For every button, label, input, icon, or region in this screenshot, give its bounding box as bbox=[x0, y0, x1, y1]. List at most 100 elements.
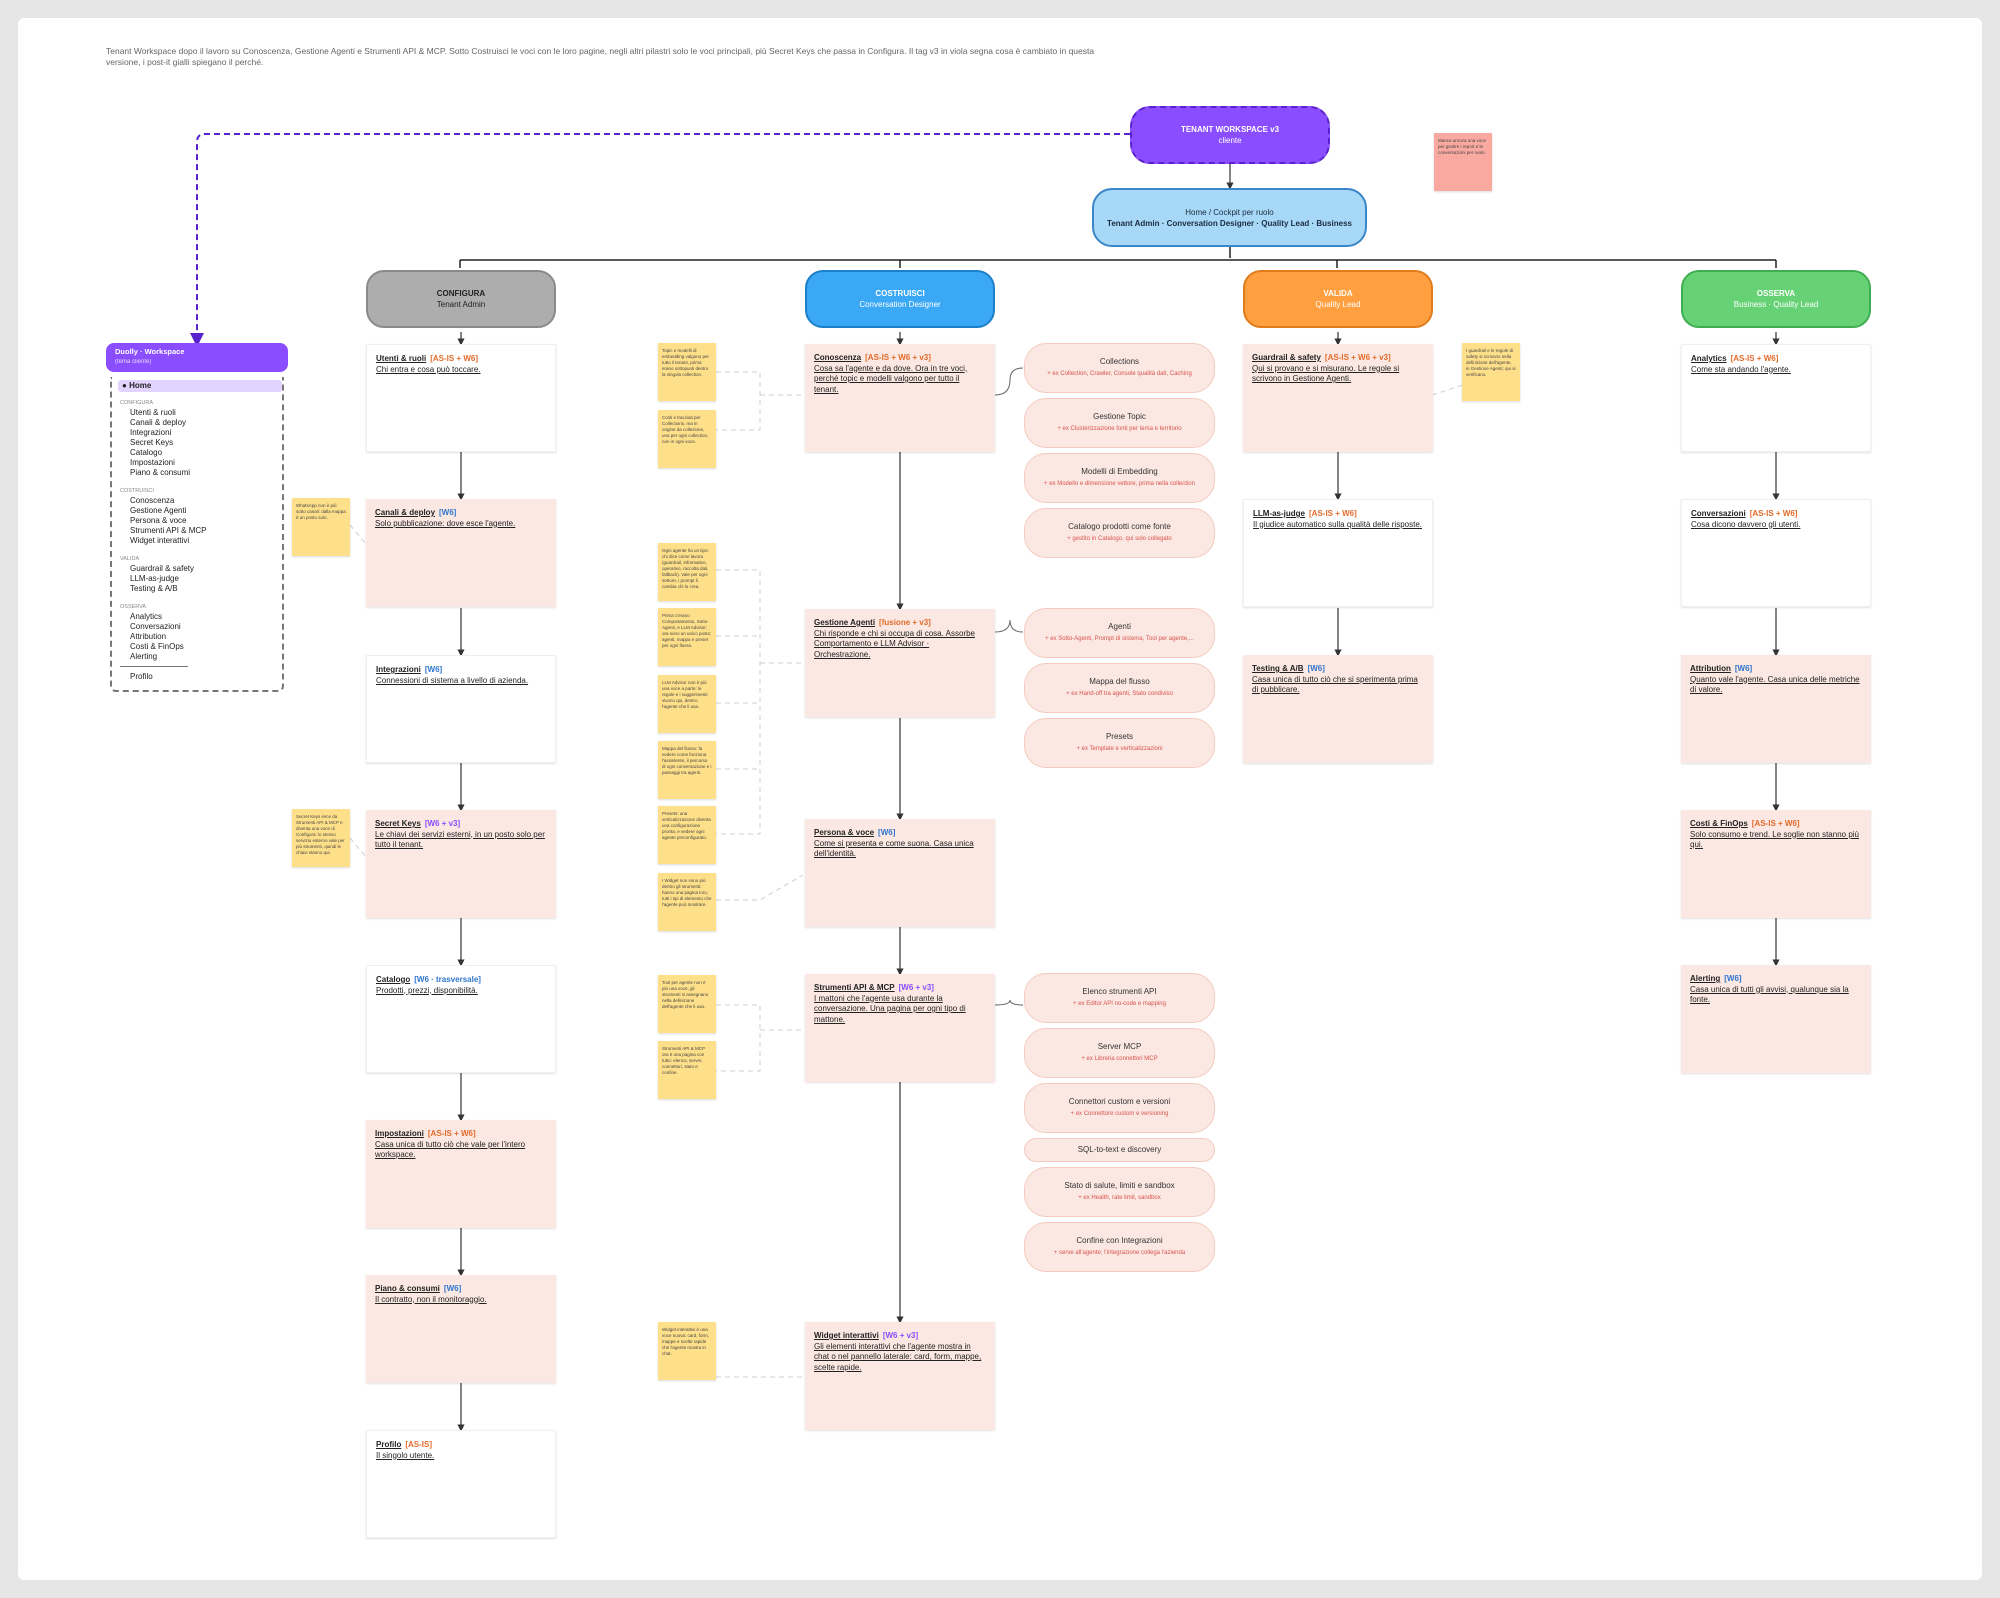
sub-gestione-topic[interactable]: Gestione Topic + ex Clusterizzazione font… bbox=[1024, 398, 1215, 448]
connector-lines bbox=[190, 133, 1780, 1432]
sub-presets[interactable]: Presets + ex Template e verticalizzazioni bbox=[1024, 718, 1215, 768]
tenant-workspace-root[interactable]: TENANT WORKSPACE v3 cliente bbox=[1130, 106, 1330, 164]
sidebar-item-home[interactable]: ● Home bbox=[118, 380, 282, 392]
card-desc: Il giudice automatico sulla qualità dell… bbox=[1253, 519, 1422, 529]
sticky-note: LLM Advisor non è più una voce a parte: … bbox=[658, 675, 716, 733]
card-piano-consumi[interactable]: Piano & consumi [W6] Il contratto, non il… bbox=[366, 1275, 556, 1383]
sub-sql-to-text[interactable]: SQL-to-text e discovery bbox=[1024, 1138, 1215, 1162]
card-llm-as-judge[interactable]: LLM-as-judge [AS-IS + W6] Il giudice auto… bbox=[1243, 499, 1433, 607]
sub-collections[interactable]: Collections + ex Collection, Crawler, Con… bbox=[1024, 343, 1215, 393]
card-tag: [W6 + v3] bbox=[424, 819, 461, 828]
card-testing-ab[interactable]: Testing & A/B [W6] Casa unica di tutto ci… bbox=[1243, 655, 1433, 763]
card-integrazioni[interactable]: Integrazioni [W6] Connessioni di sistema … bbox=[366, 655, 556, 763]
sidebar-item-canali[interactable]: Canali & deploy bbox=[130, 418, 186, 428]
card-conoscenza[interactable]: Conoscenza [AS-IS + W6 + v3] Cosa sa l'ag… bbox=[805, 344, 995, 452]
card-gestione-agenti[interactable]: Gestione Agenti [fusione + v3] Chi rispon… bbox=[805, 609, 995, 717]
sub-note: + ex Clusterizzazione fonti per tema e t… bbox=[1057, 426, 1182, 432]
sub-confine-integrazioni[interactable]: Confine con Integrazioni + serve all'agen… bbox=[1024, 1222, 1215, 1272]
sticky-note: Secret Keys esce da Strumenti API & MCP … bbox=[292, 809, 350, 867]
sidebar-item-conoscenza[interactable]: Conoscenza bbox=[130, 496, 174, 506]
sub-server-mcp[interactable]: Server MCP + ex Libreria connettori MCP bbox=[1024, 1028, 1215, 1078]
sidebar-item-costi[interactable]: Costi & FinOps bbox=[130, 642, 184, 652]
sub-note: + ex Collection, Crawler, Console qualit… bbox=[1047, 371, 1192, 377]
card-tag: [AS-IS] bbox=[405, 1440, 433, 1449]
card-desc: Come si presenta e come suona. Casa unic… bbox=[814, 838, 974, 859]
sub-note: + ex Hand-off tra agenti, Stato condivis… bbox=[1066, 691, 1173, 697]
sidebar-section-valida: VALIDA bbox=[120, 556, 140, 562]
pillar-costruisci[interactable]: COSTRUISCI Conversation Designer bbox=[805, 270, 995, 328]
sidebar-item-alerting[interactable]: Alerting bbox=[130, 652, 157, 662]
sub-modelli-embedding[interactable]: Modelli di Embedding + ex Modello e dimen… bbox=[1024, 453, 1215, 503]
card-profilo[interactable]: Profilo [AS-IS] Il singolo utente. bbox=[366, 1430, 556, 1538]
sub-stato-salute[interactable]: Stato di salute, limiti e sandbox + ex He… bbox=[1024, 1167, 1215, 1217]
card-title: Profilo bbox=[376, 1440, 402, 1449]
sub-note: + ex Sotto-Agenti, Prompt di sistema, To… bbox=[1045, 636, 1194, 642]
card-desc: Solo pubblicazione: dove esce l'agente. bbox=[375, 518, 516, 528]
sidebar-item-attribution[interactable]: Attribution bbox=[130, 632, 166, 642]
sub-connettori-custom[interactable]: Connettori custom e versioni + ex Connett… bbox=[1024, 1083, 1215, 1133]
sticky-note: Presets: una verticalizzazione diventa u… bbox=[658, 806, 716, 864]
card-desc: Gli elementi interattivi che l'agente mo… bbox=[814, 1341, 982, 1372]
sidebar-item-integrazioni[interactable]: Integrazioni bbox=[130, 428, 171, 438]
card-attribution[interactable]: Attribution [W6] Quanto vale l'agente. Ca… bbox=[1681, 655, 1871, 763]
card-tag: [W6] bbox=[443, 1284, 462, 1293]
sidebar-item-utenti[interactable]: Utenti & ruoli bbox=[130, 408, 176, 418]
sub-name: Presets bbox=[1105, 732, 1134, 741]
pillar-configura[interactable]: CONFIGURA Tenant Admin bbox=[366, 270, 556, 328]
cockpit-title: Home / Cockpit per ruolo bbox=[1185, 207, 1274, 217]
sidebar-item-conversazioni[interactable]: Conversazioni bbox=[130, 622, 181, 632]
sub-agenti[interactable]: Agenti + ex Sotto-Agenti, Prompt di siste… bbox=[1024, 608, 1215, 658]
card-desc: Le chiavi dei servizi esterni, in un pos… bbox=[375, 829, 545, 850]
pillar-valida-title: VALIDA bbox=[1323, 289, 1353, 298]
sidebar-item-persona[interactable]: Persona & voce bbox=[130, 516, 186, 526]
card-impostazioni[interactable]: Impostazioni [AS-IS + W6] Casa unica di t… bbox=[366, 1120, 556, 1228]
sub-elenco-strumenti-api[interactable]: Elenco strumenti API + ex Editor API no-c… bbox=[1024, 973, 1215, 1023]
card-title: Widget interattivi bbox=[814, 1331, 879, 1340]
sidebar-item-secret-keys[interactable]: Secret Keys bbox=[130, 438, 173, 448]
card-desc: Qui si provano e si misurano. Le regole … bbox=[1252, 363, 1400, 384]
sidebar-item-strumenti[interactable]: Strumenti API & MCP bbox=[130, 526, 206, 536]
sidebar-item-catalogo[interactable]: Catalogo bbox=[130, 448, 162, 458]
sidebar-item-profilo[interactable]: Profilo bbox=[130, 672, 153, 682]
card-costi-finops[interactable]: Costi & FinOps [AS-IS + W6] Solo consumo … bbox=[1681, 810, 1871, 918]
card-guardrail-safety[interactable]: Guardrail & safety [AS-IS + W6 + v3] Qui … bbox=[1243, 344, 1433, 452]
card-desc: I mattoni che l'agente usa durante la co… bbox=[814, 993, 966, 1024]
card-tag: [AS-IS + W6] bbox=[1751, 819, 1800, 828]
card-title: Conoscenza bbox=[814, 353, 862, 362]
card-analytics[interactable]: Analytics [AS-IS + W6] Come sta andando l… bbox=[1681, 344, 1871, 452]
card-title: Integrazioni bbox=[376, 665, 421, 674]
card-secret-keys[interactable]: Secret Keys [W6 + v3] Le chiavi dei servi… bbox=[366, 810, 556, 918]
pillar-valida[interactable]: VALIDA Quality Lead bbox=[1243, 270, 1433, 328]
card-title: Utenti & ruoli bbox=[376, 354, 427, 363]
card-strumenti-api-mcp[interactable]: Strumenti API & MCP [W6 + v3] I mattoni c… bbox=[805, 974, 995, 1082]
sidebar-item-piano[interactable]: Piano & consumi bbox=[130, 468, 190, 478]
card-title: Conversazioni bbox=[1691, 509, 1746, 518]
card-canali-deploy[interactable]: Canali & deploy [W6] Solo pubblicazione: … bbox=[366, 499, 556, 607]
sidebar-item-widget[interactable]: Widget interattivi bbox=[130, 536, 189, 546]
sub-catalogo-fonte[interactable]: Catalogo prodotti come fonte + gestito in… bbox=[1024, 508, 1215, 558]
pillar-costruisci-title: COSTRUISCI bbox=[875, 289, 925, 298]
card-title: LLM-as-judge bbox=[1253, 509, 1305, 518]
card-tag: [fusione + v3] bbox=[879, 618, 931, 627]
card-widget-interattivi[interactable]: Widget interattivi [W6 + v3] Gli elementi… bbox=[805, 1322, 995, 1430]
card-catalogo[interactable]: Catalogo [W6 · trasversale] Prodotti, pre… bbox=[366, 965, 556, 1073]
card-conversazioni[interactable]: Conversazioni [AS-IS + W6] Cosa dicono da… bbox=[1681, 499, 1871, 607]
sidebar-item-gestione-agenti[interactable]: Gestione Agenti bbox=[130, 506, 186, 516]
sub-mappa-flusso[interactable]: Mappa del flusso + ex Hand-off tra agenti… bbox=[1024, 663, 1215, 713]
home-bullet-icon: ● bbox=[122, 381, 130, 390]
sub-name: Collections bbox=[1099, 357, 1140, 366]
card-utenti-ruoli[interactable]: Utenti & ruoli [AS-IS + W6] Chi entra e c… bbox=[366, 344, 556, 452]
sidebar-item-testing[interactable]: Testing & A/B bbox=[130, 584, 178, 594]
card-persona-voce[interactable]: Persona & voce [W6] Come si presenta e co… bbox=[805, 819, 995, 927]
card-alerting[interactable]: Alerting [W6] Casa unica di tutti gli avv… bbox=[1681, 965, 1871, 1073]
sidebar-item-llm-judge[interactable]: LLM-as-judge bbox=[130, 574, 179, 584]
pillar-osserva[interactable]: OSSERVA Business · Quality Lead bbox=[1681, 270, 1871, 328]
pillar-osserva-title: OSSERVA bbox=[1756, 289, 1796, 298]
home-cockpit-node[interactable]: Home / Cockpit per ruolo Tenant Admin · … bbox=[1092, 188, 1367, 247]
sub-name: Mappa del flusso bbox=[1089, 677, 1150, 686]
sub-note: + ex Health, rate limit, sandbox bbox=[1078, 1195, 1161, 1201]
sidebar-item-guardrail[interactable]: Guardrail & safety bbox=[130, 564, 194, 574]
sidebar-item-impostazioni[interactable]: Impostazioni bbox=[130, 458, 175, 468]
sidebar-item-analytics[interactable]: Analytics bbox=[130, 612, 162, 622]
card-title: Costi & FinOps bbox=[1690, 819, 1748, 828]
